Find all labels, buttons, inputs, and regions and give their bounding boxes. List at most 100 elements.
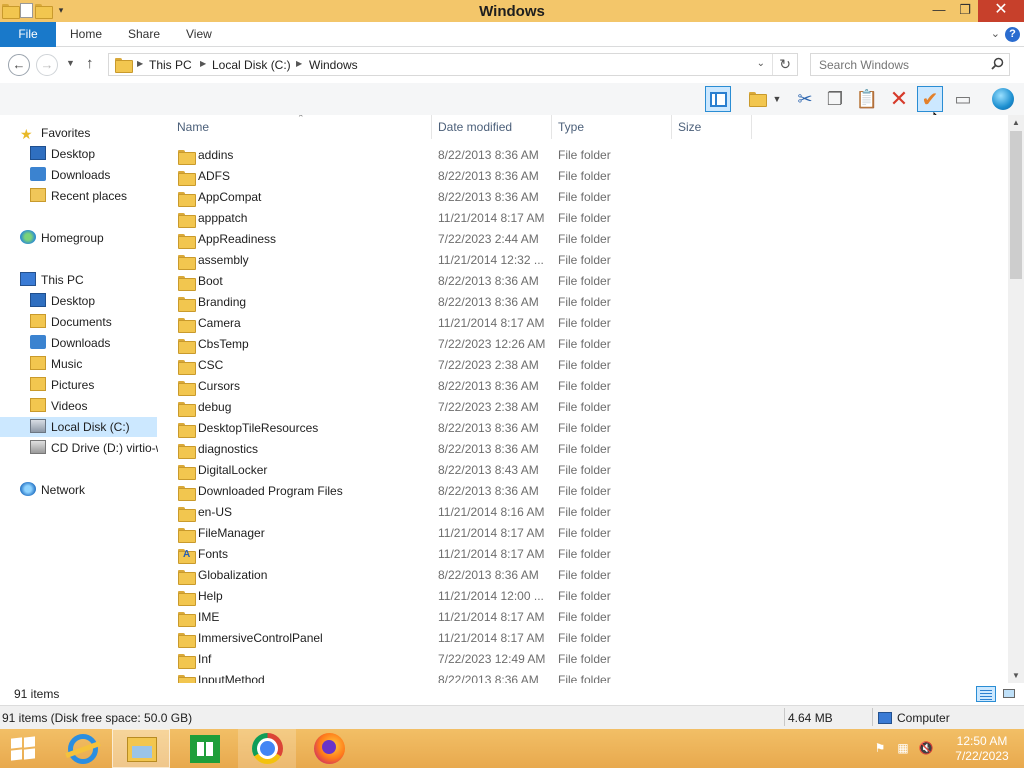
- table-row[interactable]: debug 7/22/2023 2:38 AM File folder: [174, 397, 854, 418]
- table-row[interactable]: Camera 11/21/2014 8:17 AM File folder: [174, 313, 854, 334]
- table-row[interactable]: Globalization 8/22/2013 8:36 AM File folde…: [174, 565, 854, 586]
- nav-homegroup[interactable]: Homegroup: [20, 228, 104, 248]
- network-tray-icon[interactable]: ▦: [895, 741, 911, 755]
- forward-button[interactable]: →: [36, 54, 58, 76]
- rename-button[interactable]: ▭: [950, 86, 976, 112]
- table-row[interactable]: DesktopTileResources 8/22/2013 8:36 AM Fil…: [174, 418, 854, 439]
- table-row[interactable]: ImmersiveControlPanel 11/21/2014 8:17 AM F…: [174, 628, 854, 649]
- new-folder-button[interactable]: [744, 86, 770, 112]
- nav-item-documents[interactable]: Documents: [30, 312, 112, 332]
- nav-item-desktop[interactable]: Desktop: [30, 144, 95, 164]
- table-row[interactable]: InputMethod 8/22/2013 8:36 AM File folder: [174, 670, 854, 683]
- network-globe-button[interactable]: [990, 86, 1016, 112]
- column-divider[interactable]: [551, 115, 552, 139]
- table-row[interactable]: IME 11/21/2014 8:17 AM File folder: [174, 607, 854, 628]
- nav-item-desktop[interactable]: Desktop: [30, 291, 95, 311]
- tab-home[interactable]: Home: [70, 22, 102, 47]
- paste-button[interactable]: 📋: [854, 86, 880, 112]
- nav-item-cd-drive[interactable]: CD Drive (D:) virtio-w: [30, 438, 158, 458]
- table-row[interactable]: apppatch 11/21/2014 8:17 AM File folder: [174, 208, 854, 229]
- cut-button[interactable]: ✂: [792, 86, 818, 112]
- tab-file[interactable]: File: [0, 22, 56, 47]
- nav-this-pc[interactable]: This PC: [20, 270, 84, 290]
- breadcrumb-separator-icon[interactable]: ▶: [296, 59, 302, 68]
- copy-button[interactable]: ❐: [822, 86, 848, 112]
- volume-muted-icon[interactable]: 🔇: [918, 741, 934, 755]
- taskbar-internet-explorer[interactable]: [52, 729, 110, 768]
- back-button[interactable]: ←: [8, 54, 30, 76]
- start-button[interactable]: [0, 729, 46, 768]
- column-divider[interactable]: [431, 115, 432, 139]
- table-row[interactable]: A Fonts 11/21/2014 8:17 AM File folder: [174, 544, 854, 565]
- nav-item-downloads[interactable]: Downloads: [30, 165, 110, 185]
- nav-item-recent-places[interactable]: Recent places: [30, 186, 127, 206]
- delete-button[interactable]: ✕: [886, 86, 912, 112]
- column-type[interactable]: Type: [558, 120, 584, 134]
- recent-locations-icon[interactable]: ▼: [66, 58, 75, 68]
- help-icon[interactable]: ?: [1005, 27, 1020, 42]
- scroll-down-icon[interactable]: ▼: [1012, 671, 1020, 680]
- vertical-scrollbar[interactable]: ▲ ▼: [1008, 115, 1024, 683]
- table-row[interactable]: Help 11/21/2014 12:00 ... File folder: [174, 586, 854, 607]
- up-button[interactable]: ↑: [86, 55, 94, 72]
- large-icons-view-button[interactable]: [1000, 686, 1018, 702]
- restore-button[interactable]: ❐: [952, 0, 978, 22]
- breadcrumb-separator-icon[interactable]: ▶: [200, 59, 206, 68]
- table-row[interactable]: Inf 7/22/2023 12:49 AM File folder: [174, 649, 854, 670]
- new-item-dropdown-icon[interactable]: ▼: [770, 86, 784, 112]
- address-bar[interactable]: ▶ This PC ▶ Local Disk (C:) ▶ Windows ⌄ …: [108, 53, 798, 76]
- table-row[interactable]: assembly 11/21/2014 12:32 ... File folder: [174, 250, 854, 271]
- breadcrumb-windows[interactable]: Windows: [309, 58, 358, 72]
- table-row[interactable]: Branding 8/22/2013 8:36 AM File folder: [174, 292, 854, 313]
- column-size[interactable]: Size: [678, 120, 701, 134]
- taskbar-firefox[interactable]: [300, 729, 358, 768]
- tab-share[interactable]: Share: [128, 22, 160, 47]
- table-row[interactable]: DigitalLocker 8/22/2013 8:43 AM File folde…: [174, 460, 854, 481]
- column-date-modified[interactable]: Date modified: [438, 120, 512, 134]
- minimize-button[interactable]: —: [926, 0, 952, 22]
- taskbar-file-explorer[interactable]: [112, 729, 170, 768]
- nav-item-local-disk[interactable]: Local Disk (C:): [0, 417, 157, 437]
- table-row[interactable]: Boot 8/22/2013 8:36 AM File folder: [174, 271, 854, 292]
- table-row[interactable]: Downloaded Program Files 8/22/2013 8:36 A…: [174, 481, 854, 502]
- details-view-button[interactable]: [976, 686, 996, 702]
- table-row[interactable]: AppCompat 8/22/2013 8:36 AM File folder: [174, 187, 854, 208]
- address-dropdown-icon[interactable]: ⌄: [757, 58, 765, 69]
- taskbar-store[interactable]: [176, 729, 234, 768]
- breadcrumb-separator-icon[interactable]: ▶: [137, 59, 143, 68]
- nav-item-music[interactable]: Music: [30, 354, 82, 374]
- column-divider[interactable]: [671, 115, 672, 139]
- action-center-flag-icon[interactable]: ⚑: [872, 741, 888, 755]
- search-icon[interactable]: [991, 57, 1004, 70]
- nav-item-downloads[interactable]: Downloads: [30, 333, 110, 353]
- column-name[interactable]: Name: [177, 120, 209, 134]
- clock[interactable]: 12:50 AM 7/22/2023: [948, 734, 1016, 764]
- table-row[interactable]: ADFS 8/22/2013 8:36 AM File folder: [174, 166, 854, 187]
- table-row[interactable]: CSC 7/22/2023 2:38 AM File folder: [174, 355, 854, 376]
- table-row[interactable]: FileManager 11/21/2014 8:17 AM File folder: [174, 523, 854, 544]
- close-button[interactable]: ✕: [978, 0, 1024, 22]
- preview-pane-button[interactable]: [705, 86, 731, 112]
- table-row[interactable]: addins 8/22/2013 8:36 AM File folder: [174, 145, 854, 166]
- refresh-icon[interactable]: ↻: [779, 56, 791, 73]
- properties-button[interactable]: ✔: [917, 86, 943, 112]
- nav-item-pictures[interactable]: Pictures: [30, 375, 94, 395]
- scroll-up-icon[interactable]: ▲: [1012, 118, 1020, 127]
- table-row[interactable]: diagnostics 8/22/2013 8:36 AM File folder: [174, 439, 854, 460]
- breadcrumb-this-pc[interactable]: This PC: [149, 58, 192, 72]
- nav-favorites[interactable]: ★ Favorites: [20, 123, 90, 143]
- search-box[interactable]: [810, 53, 1010, 76]
- expand-ribbon-icon[interactable]: ⌄: [991, 27, 1000, 40]
- nav-network[interactable]: Network: [20, 480, 85, 500]
- scrollbar-thumb[interactable]: [1010, 131, 1022, 279]
- table-row[interactable]: en-US 11/21/2014 8:16 AM File folder: [174, 502, 854, 523]
- table-row[interactable]: Cursors 8/22/2013 8:36 AM File folder: [174, 376, 854, 397]
- search-input[interactable]: [811, 54, 987, 75]
- table-row[interactable]: CbsTemp 7/22/2023 12:26 AM File folder: [174, 334, 854, 355]
- nav-item-videos[interactable]: Videos: [30, 396, 87, 416]
- taskbar-chrome[interactable]: [238, 729, 296, 768]
- column-divider[interactable]: [751, 115, 752, 139]
- tab-view[interactable]: View: [186, 22, 212, 47]
- breadcrumb-local-disk[interactable]: Local Disk (C:): [212, 58, 291, 72]
- table-row[interactable]: AppReadiness 7/22/2023 2:44 AM File folder: [174, 229, 854, 250]
